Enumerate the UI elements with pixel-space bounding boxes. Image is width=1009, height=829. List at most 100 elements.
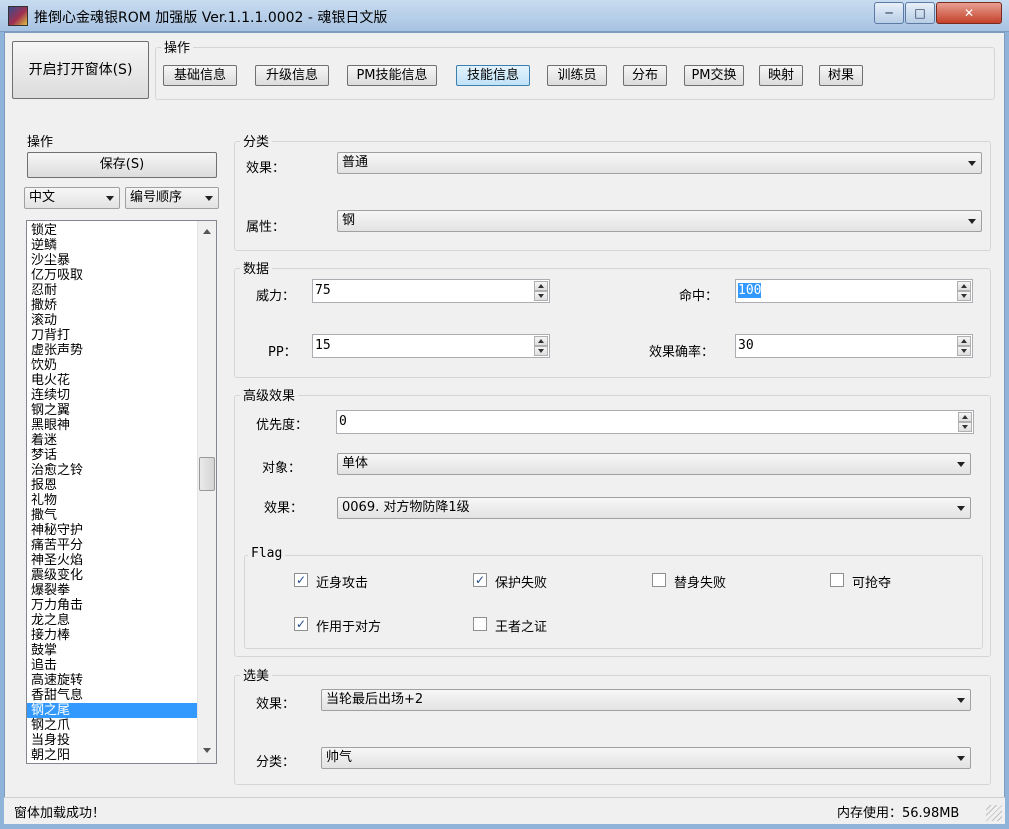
list-item[interactable]: 饮奶 [27,358,197,373]
tab-basic-info[interactable]: 基础信息 [163,65,237,86]
spin-up-icon[interactable] [957,281,971,291]
contest-category-combo[interactable]: 帅气 [321,747,971,769]
save-button[interactable]: 保存(S) [27,152,217,178]
category-effect-combo[interactable]: 普通 [337,152,982,174]
flag-snatchable-label: 可抢夺 [852,576,892,591]
list-item[interactable]: 着迷 [27,433,197,448]
list-item[interactable]: 撒气 [27,508,197,523]
spin-down-icon[interactable] [534,291,548,301]
pp-value: 15 [315,338,331,353]
language-combo[interactable]: 中文 [24,187,120,209]
priority-value: 0 [339,414,347,429]
spin-up-icon[interactable] [958,412,972,422]
tab-distribution[interactable]: 分布 [623,65,667,86]
maximize-button[interactable]: □ [905,2,935,24]
list-item[interactable]: 钢之尾 [27,703,197,718]
checkbox-icon: ✓ [473,573,487,587]
power-label: 威力： [256,289,296,304]
list-item[interactable]: 锁定 [27,223,197,238]
list-item[interactable]: 礼物 [27,493,197,508]
list-item[interactable]: 忍耐 [27,283,197,298]
list-item[interactable]: 电火花 [27,373,197,388]
spin-down-icon[interactable] [957,291,971,301]
list-item[interactable]: 朝之阳 [27,748,197,763]
effect-rate-value: 30 [738,338,754,353]
target-combo[interactable]: 单体 [337,453,971,475]
resize-grip-icon[interactable] [986,805,1002,821]
spin-up-icon[interactable] [957,336,971,346]
spin-up-icon[interactable] [534,281,548,291]
flag-kings-rock-label: 王者之证 [495,620,548,635]
close-button[interactable]: ✕ [936,2,1002,24]
scroll-thumb[interactable] [199,457,215,491]
tab-mapping[interactable]: 映射 [759,65,803,86]
skill-listbox[interactable]: 锁定 逆鳞 沙尘暴 亿万吸取 忍耐 撒娇 滚动 刀背打 虚张声势 饮奶 电火花 连续切 钢之翼 黑眼神 着迷… [26,220,217,764]
tab-berries[interactable]: 树果 [819,65,863,86]
tab-pm-skill-info[interactable]: PM技能信息 [347,65,437,86]
adv-effect-combo[interactable]: 0069. 对方物防降1级 [337,497,971,519]
category-attr-combo[interactable]: 钢 [337,210,982,232]
minimize-button[interactable]: ─ [874,2,904,24]
list-item[interactable]: 接力棒 [27,628,197,643]
adv-effect-value: 0069. 对方物防降1级 [342,500,470,515]
list-item[interactable]: 爆裂拳 [27,583,197,598]
flag-substitute-fail-label: 替身失败 [674,576,727,591]
list-scrollbar[interactable] [197,221,216,763]
list-item[interactable]: 鼓掌 [27,643,197,658]
open-window-button[interactable]: 开启打开窗体(S) [12,41,149,99]
contest-category-value: 帅气 [326,750,353,765]
priority-stepper[interactable]: 0 [336,410,974,434]
list-item[interactable]: 治愈之铃 [27,463,197,478]
category-attr-value: 钢 [342,213,356,228]
list-item[interactable]: 龙之息 [27,613,197,628]
scroll-up-icon[interactable] [203,229,211,234]
order-combo[interactable]: 编号顺序 [125,187,219,209]
pp-stepper[interactable]: 15 [312,334,550,358]
data-label: 数据 [240,258,273,277]
list-item[interactable]: 当身投 [27,733,197,748]
list-item[interactable]: 黑眼神 [27,418,197,433]
tab-pm-exchange[interactable]: PM交换 [684,65,744,86]
list-item[interactable]: 滚动 [27,313,197,328]
tab-skill-info[interactable]: 技能信息 [456,65,530,86]
effect-rate-stepper[interactable]: 30 [735,334,973,358]
status-bar: 窗体加载成功！ 内存使用：56.98MB [4,797,1005,824]
title-bar[interactable]: 推倒心金魂银ROM 加强版 Ver.1.1.1.0002 - 魂银日文版 ─ □… [0,0,1009,32]
list-item[interactable]: 撒娇 [27,298,197,313]
list-item[interactable]: 连续切 [27,388,197,403]
spin-down-icon[interactable] [958,422,972,432]
list-item[interactable]: 沙尘暴 [27,253,197,268]
list-item[interactable]: 虚张声势 [27,343,197,358]
power-stepper[interactable]: 75 [312,279,550,303]
list-item[interactable]: 梦话 [27,448,197,463]
spin-up-icon[interactable] [534,336,548,346]
list-item[interactable]: 报恩 [27,478,197,493]
list-item[interactable]: 神圣火焰 [27,553,197,568]
list-item[interactable]: 钢之翼 [27,403,197,418]
chevron-down-icon [957,698,965,703]
list-item[interactable]: 亿万吸取 [27,268,197,283]
list-item[interactable]: 逆鳞 [27,238,197,253]
accuracy-stepper[interactable]: 100 [735,279,973,303]
scroll-down-icon[interactable] [203,748,211,753]
spin-down-icon[interactable] [957,346,971,356]
target-value: 单体 [342,456,369,471]
checkbox-icon [652,573,666,587]
list-item[interactable]: 高速旋转 [27,673,197,688]
list-item[interactable]: 痛苦平分 [27,538,197,553]
list-item[interactable]: 万力角击 [27,598,197,613]
priority-label: 优先度： [256,418,309,433]
contest-effect-combo[interactable]: 当轮最后出场+2 [321,689,971,711]
pp-label: PP： [268,345,297,360]
checkbox-icon [473,617,487,631]
list-item[interactable]: 追击 [27,658,197,673]
tab-levelup-info[interactable]: 升级信息 [255,65,329,86]
list-item[interactable]: 刀背打 [27,328,197,343]
tab-trainer[interactable]: 训练员 [547,65,607,86]
list-item[interactable]: 震级变化 [27,568,197,583]
chevron-down-icon [957,462,965,467]
list-item[interactable]: 神秘守护 [27,523,197,538]
spin-down-icon[interactable] [534,346,548,356]
list-item[interactable]: 香甜气息 [27,688,197,703]
list-item[interactable]: 钢之爪 [27,718,197,733]
